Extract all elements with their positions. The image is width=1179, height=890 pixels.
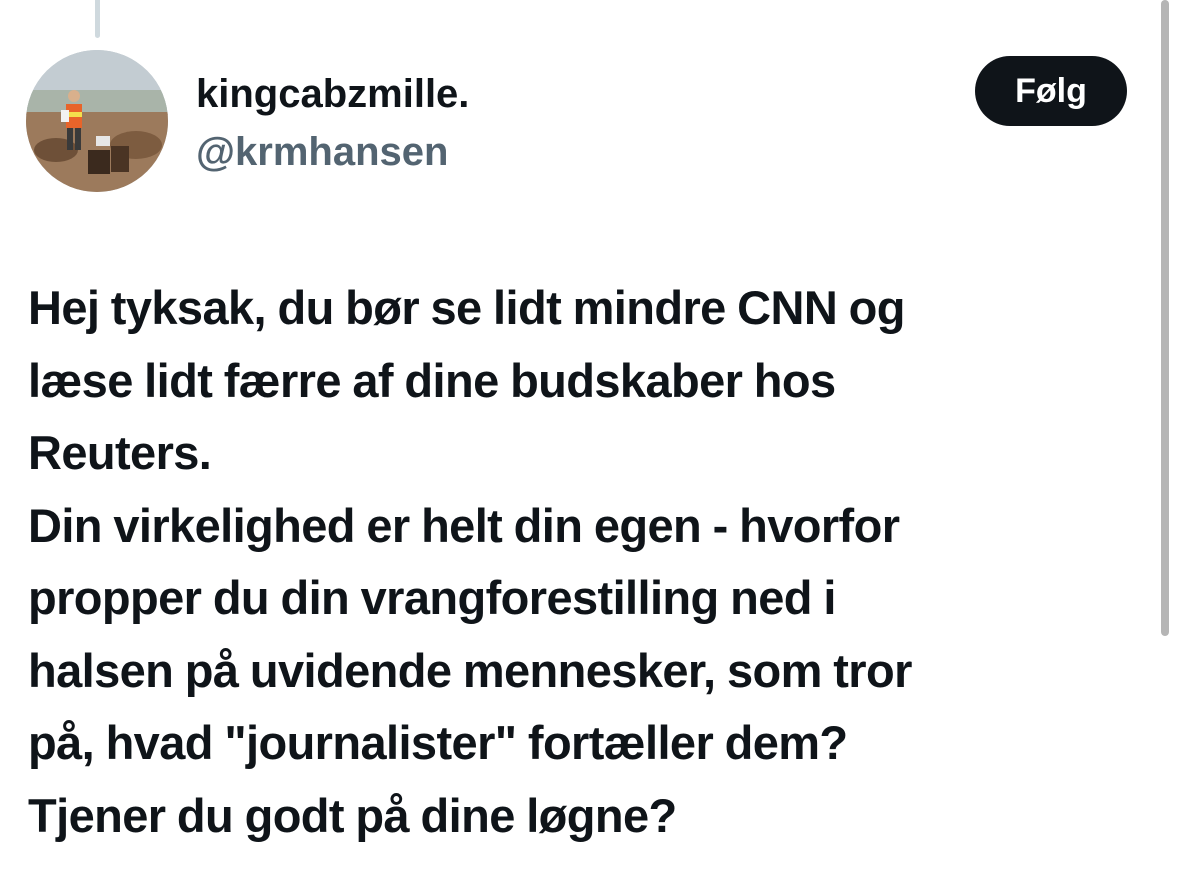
user-handle[interactable]: @krmhansen xyxy=(196,124,448,180)
display-name[interactable]: kingcabzmille. xyxy=(196,66,469,122)
tweet-text-line: på, hvad "journalister" fortæller dem? xyxy=(28,716,848,769)
tweet-text: Hej tyksak, du bør se lidt mindre CNN og… xyxy=(28,272,1143,852)
tweet-text-line: læse lidt færre af dine budskaber hos xyxy=(28,353,836,407)
tweet-text-line: halsen på uvidende mennesker, som tror xyxy=(28,643,912,697)
tweet-text-line: propper du din vrangforestilling ned i xyxy=(28,571,836,624)
tweet-text-line: Reuters. xyxy=(28,426,212,479)
avatar-photo-icon xyxy=(26,50,168,192)
follow-button[interactable]: Følg xyxy=(975,56,1127,126)
tweet-text-line: Din virkelighed er helt din egen - hvorf… xyxy=(28,498,900,552)
avatar[interactable] xyxy=(26,50,168,192)
tweet-text-line: Tjener du godt på dine løgne? xyxy=(28,788,677,842)
thread-connector-line xyxy=(95,0,100,38)
scrollbar[interactable] xyxy=(1161,0,1169,636)
tweet-text-line: Hej tyksak, du bør se lidt mindre CNN og xyxy=(28,281,905,334)
